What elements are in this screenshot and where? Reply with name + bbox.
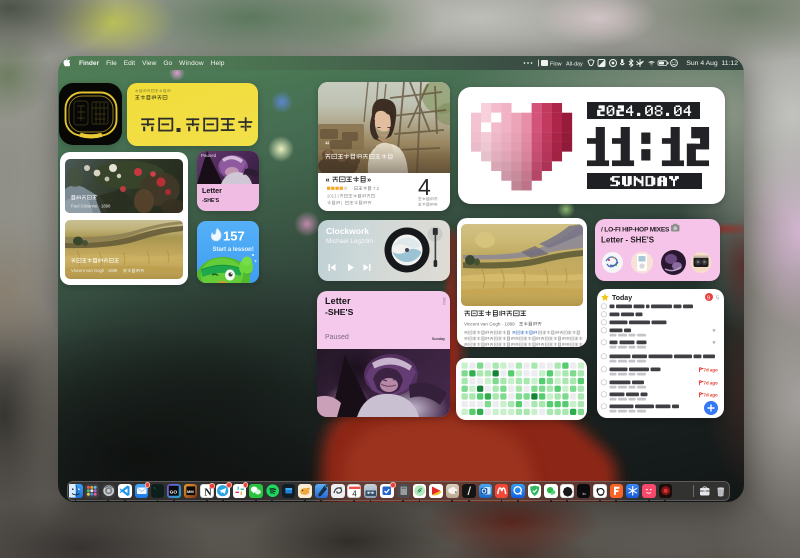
- svg-text:7d ago: 7d ago: [704, 380, 718, 385]
- svg-text:«: «: [326, 175, 330, 184]
- svg-text:>_: >_: [153, 486, 157, 490]
- svg-text:|: |: [341, 200, 342, 205]
- svg-text:4: 4: [353, 490, 358, 499]
- svg-text:5: 5: [716, 296, 719, 302]
- svg-text:Vincent van Gogh · 1889: Vincent van Gogh · 1889: [71, 268, 118, 273]
- svg-text:N: N: [204, 488, 212, 499]
- svg-text:Paul Cézanne · 1890: Paul Cézanne · 1890: [71, 204, 111, 209]
- svg-text:9: 9: [707, 295, 710, 301]
- svg-text:7d ago: 7d ago: [704, 392, 718, 397]
- svg-text:2013 |: 2013 |: [327, 194, 339, 199]
- svg-text:»: »: [367, 175, 371, 184]
- svg-text:“: “: [325, 140, 330, 150]
- svg-text:MM: MM: [187, 489, 194, 494]
- svg-text:GO: GO: [170, 489, 178, 495]
- svg-text:157: 157: [223, 229, 245, 244]
- svg-text:Letter - SHE'S: Letter - SHE'S: [601, 236, 655, 245]
- svg-text:7d ago: 7d ago: [704, 367, 718, 372]
- svg-text:Today: Today: [612, 295, 632, 302]
- svg-text:7.2: 7.2: [373, 186, 380, 191]
- svg-text:Start a lesson!: Start a lesson!: [213, 247, 254, 253]
- svg-text:Vincent van Gogh · 1889: Vincent van Gogh · 1889: [464, 322, 515, 327]
- svg-text:/ LO-FI HIP-HOP MIXES: / LO-FI HIP-HOP MIXES: [601, 227, 670, 234]
- svg-text:kc: kc: [582, 492, 586, 496]
- svg-text:4: 4: [418, 174, 431, 200]
